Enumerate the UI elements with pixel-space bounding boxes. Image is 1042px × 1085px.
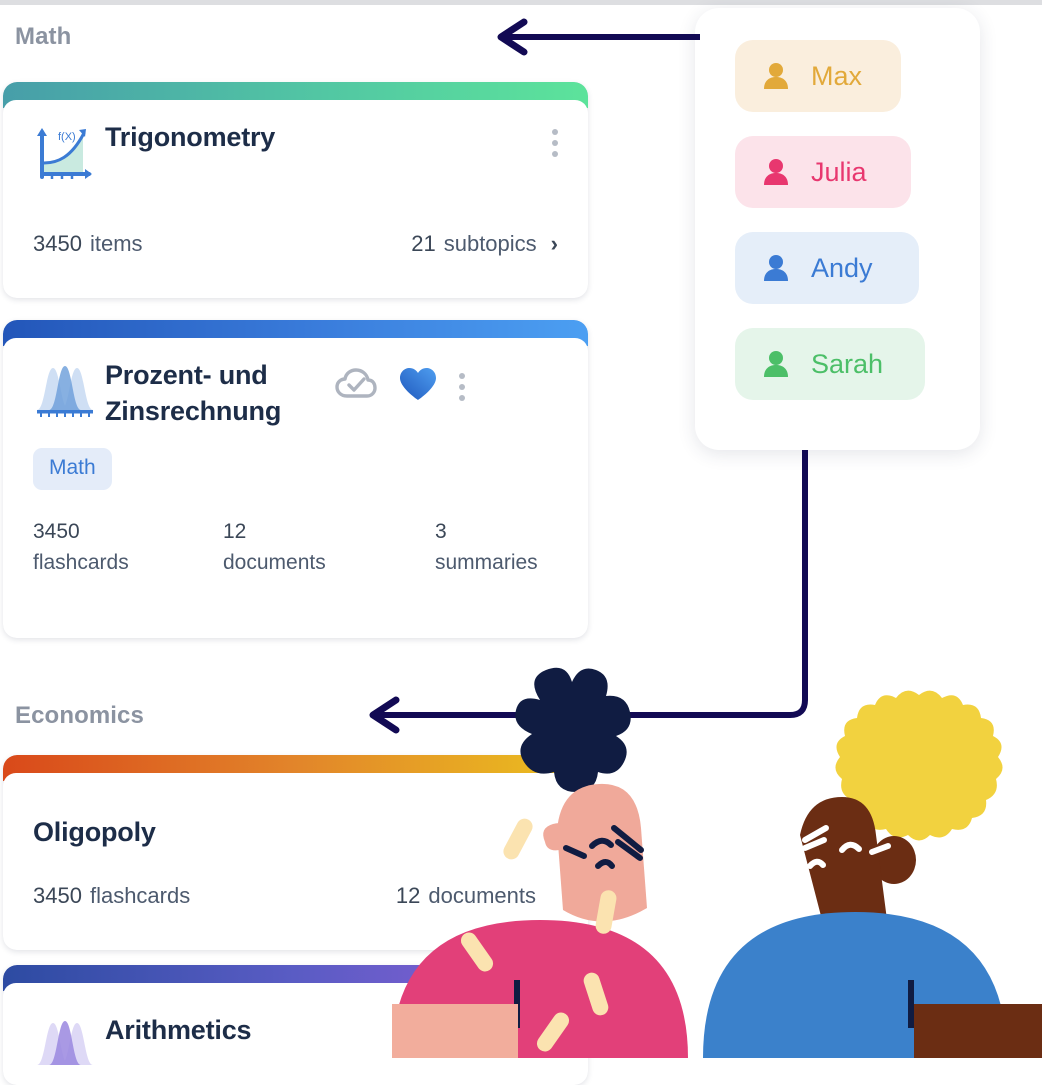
stat-value: 3 xyxy=(435,519,447,543)
items-label: items xyxy=(89,231,143,256)
favorite-heart-icon[interactable] xyxy=(399,367,437,406)
person-icon xyxy=(763,350,789,378)
annotation-arrow-top xyxy=(497,18,700,56)
person-icon xyxy=(763,62,789,90)
stat-label: summaries xyxy=(435,551,538,575)
user-name: Max xyxy=(811,60,863,91)
user-pill-andy[interactable]: Andy xyxy=(735,232,919,304)
card-title: Oligopoly xyxy=(33,817,156,847)
items-count: 3450 xyxy=(33,231,82,256)
user-pill-julia[interactable]: Julia xyxy=(735,136,911,208)
distribution-curve-icon xyxy=(33,358,105,423)
subject-tag[interactable]: Math xyxy=(33,447,112,490)
user-name: Julia xyxy=(811,156,867,187)
more-options-icon[interactable] xyxy=(459,372,465,401)
stat-flashcards: 3450 flashcards xyxy=(33,516,223,579)
stat-value: 12 xyxy=(223,519,247,543)
topic-card-prozent-und-zinsrechnung[interactable]: Prozent- und Zinsrechnung Math 3450 flas… xyxy=(3,320,588,638)
function-graph-icon: f(X) xyxy=(33,120,105,189)
section-title-math: Math xyxy=(15,23,72,50)
more-options-icon[interactable] xyxy=(552,129,558,157)
documents-count: 12 xyxy=(395,882,421,908)
distribution-curve-icon xyxy=(33,1013,105,1078)
subtopics-count: 21 xyxy=(411,231,436,256)
user-pill-sarah[interactable]: Sarah xyxy=(735,328,925,400)
chevron-right-icon[interactable]: › xyxy=(551,231,558,257)
stat-label: documents xyxy=(223,551,326,575)
stat-label: flashcards xyxy=(33,551,129,575)
topic-card-arithmetics[interactable]: Arithmetics xyxy=(3,965,588,1085)
user-name: Sarah xyxy=(811,348,884,379)
illustration-character-right xyxy=(703,690,1042,1058)
stat-value: 3450 xyxy=(33,519,80,543)
subtopics-label: subtopics xyxy=(443,231,537,256)
stat-summaries: 3 summaries xyxy=(435,516,538,579)
user-pill-max[interactable]: Max xyxy=(735,40,901,112)
person-icon xyxy=(763,158,789,186)
section-title-economics: Economics xyxy=(15,702,144,729)
card-title: Trigonometry xyxy=(105,122,276,152)
topic-card-oligopoly[interactable]: Oligopoly 3450 flashcards 12 documents xyxy=(3,755,588,950)
documents-label: documents xyxy=(428,882,536,908)
topic-card-trigonometry[interactable]: f(X) Trigonometry 3450 items 21 subtopic… xyxy=(3,82,588,298)
svg-text:f(X): f(X) xyxy=(58,131,76,143)
top-edge-strip xyxy=(0,0,1042,5)
user-name: Andy xyxy=(811,252,873,283)
user-list-panel: Max Julia Andy Sarah xyxy=(695,8,980,450)
cloud-synced-icon[interactable] xyxy=(335,368,377,405)
flashcards-label: flashcards xyxy=(89,882,191,908)
person-icon xyxy=(763,254,789,282)
card-title: Arithmetics xyxy=(105,1015,252,1045)
flashcards-count: 3450 xyxy=(33,882,82,908)
stat-documents: 12 documents xyxy=(223,516,435,579)
card-title: Prozent- und Zinsrechnung xyxy=(105,360,282,426)
